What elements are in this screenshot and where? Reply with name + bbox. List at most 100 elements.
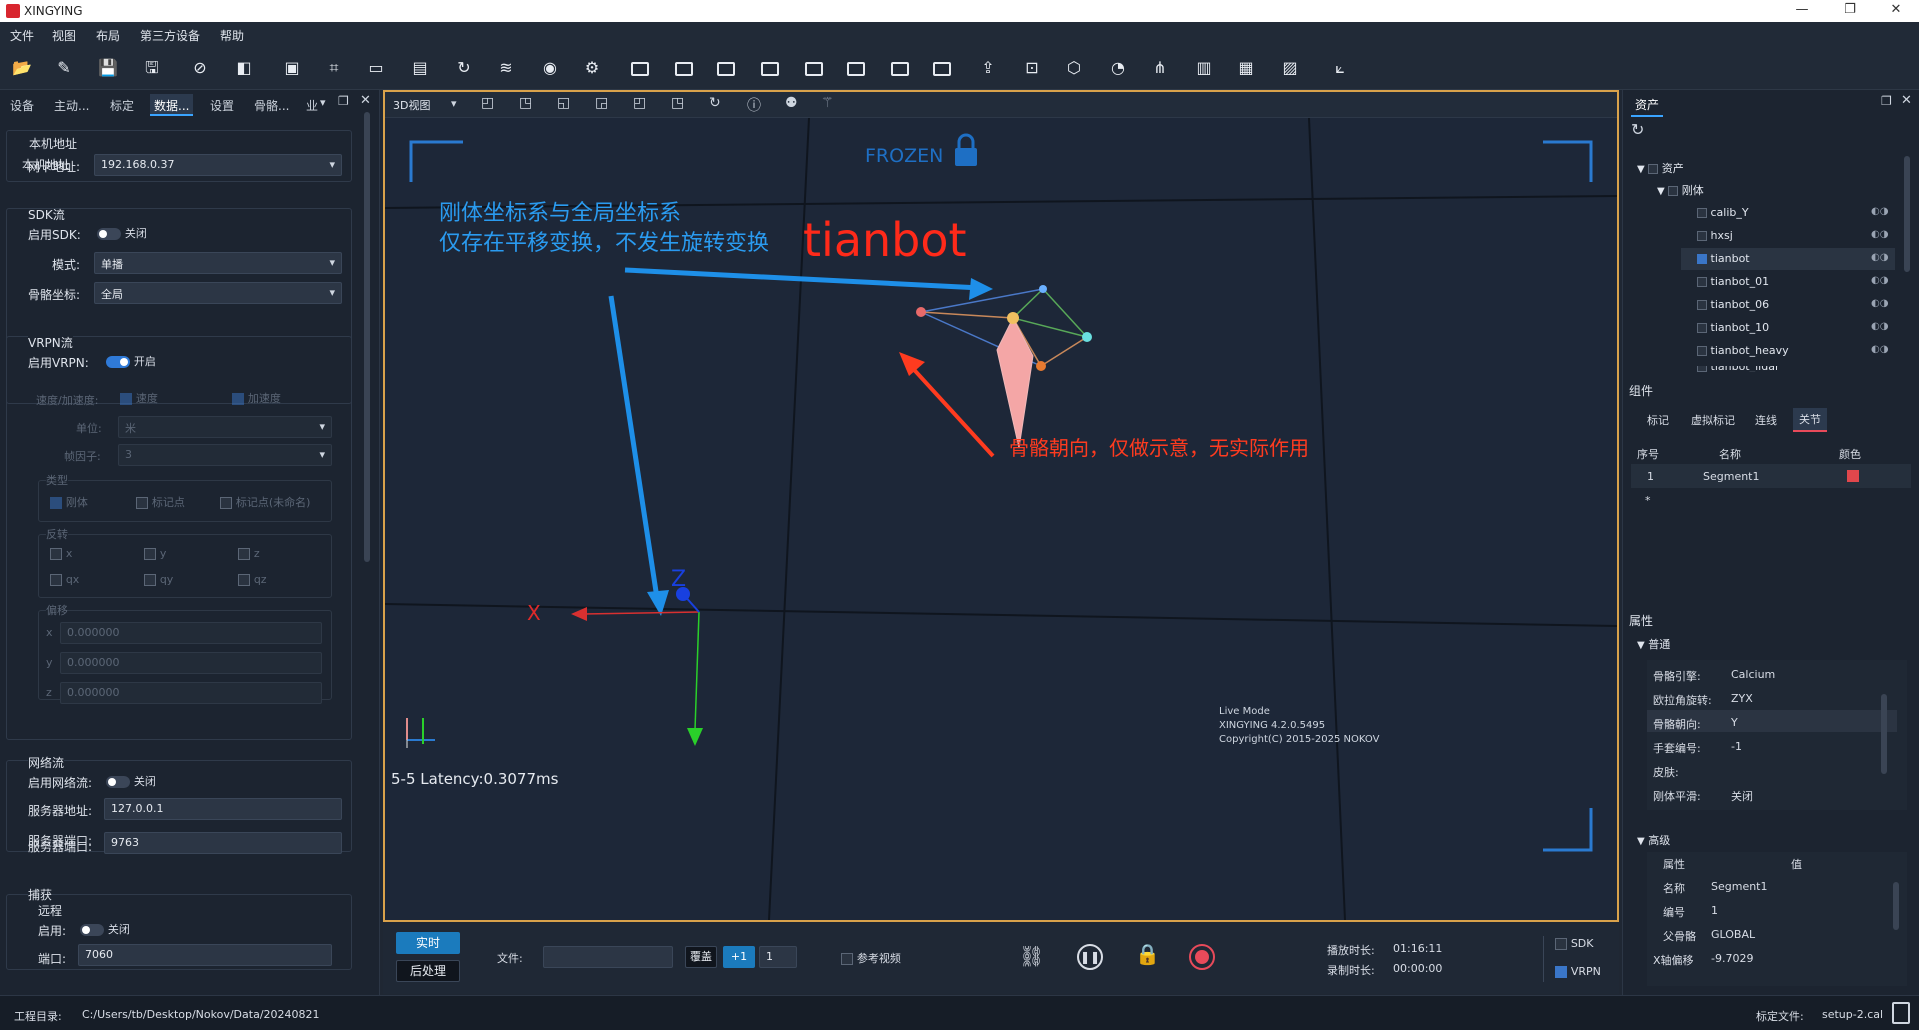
prop-value[interactable]: -1 [1731,740,1742,753]
tree-root[interactable]: ▼ 资产 [1637,160,1684,176]
overwrite-button[interactable]: 覆盖 [685,946,717,968]
maximize-button[interactable]: ❐ [1830,2,1870,20]
comp-tab-virtual-marker[interactable]: 虚拟标记 [1691,412,1735,428]
tree-rigid[interactable]: ▼ 刚体 [1657,182,1704,198]
frame-factor-select[interactable]: 3 [118,444,332,466]
bar-chart-icon[interactable]: ▥ [1190,54,1218,82]
speed-checkbox[interactable]: 速度 [120,390,158,406]
left-scrollbar[interactable] [364,112,370,562]
viewport-3d[interactable]: 3D视图 ▾ ◰ ◳ ◱ ◲ ◰ ◳ ↻ ⓘ ⚉ ⚚ FROZEN 刚体坐标系与… [383,90,1619,922]
offset-y-input[interactable]: 0.000000 [60,652,322,674]
invert-qx-checkbox[interactable]: qx [50,572,79,586]
type-rigid-checkbox[interactable]: 刚体 [50,494,88,510]
prop-value[interactable]: 关闭 [1731,788,1753,804]
menu-help[interactable]: 帮助 [220,27,244,44]
step-spinner[interactable]: 1 [759,946,797,968]
cube-right-icon[interactable]: ◳ [671,95,684,111]
tree-scrollbar[interactable] [1904,156,1910,272]
device-icon[interactable]: ▭ [362,54,390,82]
tree-item[interactable]: calib_Y [1697,206,1749,219]
settings-gear-icon[interactable]: ⚙ [578,54,606,82]
close-right-panel-icon[interactable]: ✕ [1901,93,1912,108]
view-3d-icon[interactable]: ⬡ [1060,54,1088,82]
comp-row-color-swatch[interactable] [1847,470,1859,482]
adv-value[interactable]: GLOBAL [1711,928,1755,941]
type-unnamed-checkbox[interactable]: 标记点(未命名) [220,494,310,510]
invert-qz-checkbox[interactable]: qz [238,572,267,586]
invert-qy-checkbox[interactable]: qy [144,572,173,586]
visibility-icon[interactable]: ◐◑ [1871,275,1888,286]
general-section[interactable]: ▼ 普通 [1637,636,1670,652]
advanced-section[interactable]: ▼ 高级 [1637,832,1670,848]
layers-icon[interactable]: ≋ [492,54,520,82]
network-icon[interactable]: ◉ [536,54,564,82]
refresh-icon[interactable]: ↻ [450,54,478,82]
visibility-icon[interactable]: ◐◑ [1871,229,1888,240]
remote-enable-toggle[interactable]: 关闭 [80,921,130,937]
file-input[interactable] [543,946,673,968]
axis-graph-icon[interactable]: ⟀ [1326,54,1354,82]
layout-split-icon[interactable] [712,54,740,82]
visibility-icon[interactable]: ◐◑ [1871,206,1888,217]
tree-item[interactable]: tianbot_06 [1697,298,1769,311]
comp-new-row[interactable]: * [1645,494,1651,507]
refresh-assets-icon[interactable]: ↻ [1631,120,1644,139]
unit-select[interactable]: 米 [118,416,332,438]
layout-top-icon[interactable] [670,54,698,82]
calib-file-icon[interactable] [1892,1002,1910,1024]
vrpn-enable-toggle[interactable]: 开启 [106,353,156,369]
gauge-icon[interactable]: ◔ [1104,54,1132,82]
adv-value[interactable]: -9.7029 [1711,952,1753,965]
export-icon[interactable]: ⇪ [974,54,1002,82]
network-enable-toggle[interactable]: 关闭 [106,773,156,789]
brush-icon[interactable]: ✎ [50,54,78,82]
skeleton-link-icon[interactable]: ⋔ [1146,54,1174,82]
server-port-input[interactable]: 9763 [104,832,342,854]
visibility-icon[interactable]: ◐◑ [1871,321,1888,332]
camera-toggle-icon[interactable]: ◧ [230,54,258,82]
offset-z-input[interactable]: 0.000000 [60,682,322,704]
mode-select[interactable]: 单播 [94,252,342,274]
wand-icon[interactable]: ⚚ [821,95,834,111]
tree-item[interactable]: hxsj [1697,229,1733,242]
skeleton-icon[interactable]: ⚉ [785,95,798,111]
type-marker-checkbox[interactable]: 标记点 [136,494,185,510]
visibility-icon[interactable]: ◐◑ [1871,344,1888,355]
marker-blue[interactable] [1039,285,1047,293]
offset-x-input[interactable]: 0.000000 [60,622,322,644]
menu-third-party[interactable]: 第三方设备 [140,27,200,44]
cube-front-icon[interactable]: ◰ [481,95,494,111]
document-icon[interactable]: ▨ [1276,54,1304,82]
menu-layout[interactable]: 布局 [96,27,120,44]
adv-value[interactable]: 1 [1711,904,1718,917]
cube-top-icon[interactable]: ◱ [557,95,570,111]
menu-file[interactable]: 文件 [10,27,34,44]
comp-tab-joint[interactable]: 关节 [1793,408,1827,432]
sdk-checkbox[interactable]: SDK [1555,936,1594,950]
open-folder-icon[interactable]: 📂 [8,54,36,82]
tab-assets[interactable]: 资产 [1631,94,1664,117]
vrpn-checkbox[interactable]: VRPN [1555,964,1601,978]
invert-x-checkbox[interactable]: x [50,546,72,560]
accel-checkbox[interactable]: 加速度 [232,390,281,406]
layout-quad-icon[interactable] [886,54,914,82]
ref-video-checkbox[interactable]: 参考视频 [841,950,901,966]
tree-item-tianbot[interactable]: tianbot [1697,252,1750,265]
crop-icon[interactable]: ⌗ [320,54,348,82]
layout-three-icon[interactable] [756,54,784,82]
general-scrollbar[interactable] [1881,694,1887,774]
server-address-input[interactable]: 127.0.0.1 [104,798,342,820]
prop-value[interactable]: ZYX [1731,692,1753,705]
save-icon[interactable]: 💾 [94,54,122,82]
plus-one-button[interactable]: +1 [723,946,755,968]
layout-side-icon[interactable] [842,54,870,82]
prop-value[interactable]: Y [1731,716,1738,729]
hide-icon[interactable]: ⊘ [186,54,214,82]
invert-z-checkbox[interactable]: z [238,546,260,560]
marker-yellow[interactable] [1007,312,1019,324]
comp-tab-connection[interactable]: 连线 [1755,412,1777,428]
adv-value[interactable]: Segment1 [1711,880,1768,893]
view-2d-icon[interactable]: ⊡ [1018,54,1046,82]
tree-item[interactable]: tianbot_01 [1697,275,1769,288]
post-process-button[interactable]: 后处理 [396,960,460,982]
